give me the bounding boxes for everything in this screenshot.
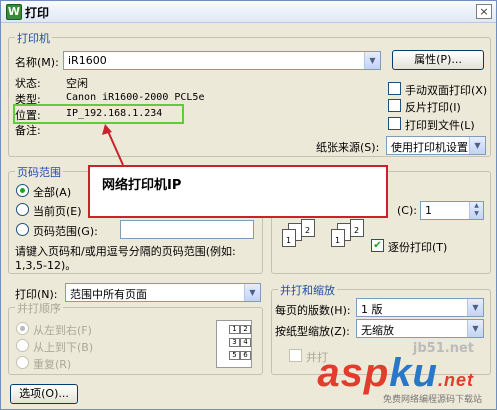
app-icon: W (6, 4, 22, 20)
options-button[interactable]: 选项(O)... (10, 384, 78, 404)
order-cell: 5 (229, 351, 240, 360)
range-hint-example: 1,3,5-12)。 (15, 259, 77, 272)
properties-button[interactable]: 属性(P)... (392, 50, 484, 70)
range-current-radio[interactable] (16, 203, 29, 216)
order-preview: 1 2 3 4 5 6 (216, 320, 252, 368)
print-what-value: 范围中所有页面 (70, 288, 147, 301)
watermark-logo: aspku.net (317, 351, 474, 396)
status-label: 状态: (15, 77, 41, 90)
copies-count-value: 1 (425, 204, 432, 217)
annotation-callout: 网络打印机IP (88, 165, 388, 218)
printer-name-value: iR1600 (68, 54, 107, 67)
range-current-label: 当前页(E) (33, 205, 82, 218)
status-value: 空闲 (66, 77, 88, 90)
page-icon: 1 (331, 229, 345, 247)
chevron-down-icon: ▼ (469, 137, 485, 154)
copies-count-label: (C): (397, 204, 417, 217)
order-repeat-radio[interactable] (16, 356, 29, 369)
collate-checkbox[interactable]: ✔ (371, 239, 384, 252)
order-top-bottom-radio[interactable] (16, 339, 29, 352)
chevron-down-icon: ▼ (364, 52, 380, 69)
pages-per-sheet-select[interactable]: 1 版 ▼ (356, 298, 484, 317)
range-pages-radio[interactable] (16, 223, 29, 236)
title-bar[interactable]: W 打印 × (1, 1, 496, 23)
window-title: 打印 (25, 6, 50, 20)
page-icon: 2 (350, 219, 364, 237)
scale-select[interactable]: 无缩放 ▼ (356, 319, 484, 338)
order-cell: 1 (229, 325, 240, 334)
print-dialog: W 打印 × 打印机 名称(M): iR1600 ▼ 属性(P)... 状态: … (0, 0, 497, 410)
scale-value: 无缩放 (361, 324, 394, 337)
page-number: 2 (354, 226, 360, 235)
printer-name-label: 名称(M): (15, 56, 59, 69)
collate-label: 逐份打印(T) (388, 241, 448, 254)
print-to-file-checkbox[interactable] (388, 117, 401, 130)
print-to-file-label: 打印到文件(L) (405, 119, 475, 132)
spin-arrows-icon[interactable]: ▲ ▼ (469, 202, 483, 219)
location-highlight (13, 104, 184, 124)
print-what-select[interactable]: 范围中所有页面 ▼ (65, 283, 261, 302)
order-cell: 4 (240, 338, 251, 347)
page-icon: 2 (301, 219, 315, 237)
zoom-group-label: 并打和缩放 (278, 282, 337, 298)
order-cell: 3 (229, 338, 240, 347)
copies-count-input[interactable]: 1 ▲ ▼ (420, 201, 484, 220)
reverse-print-label: 反片打印(I) (405, 101, 461, 114)
manual-duplex-label: 手动双面打印(X) (405, 84, 488, 97)
page-icon: 1 (282, 229, 296, 247)
page-range-input[interactable] (120, 220, 254, 239)
order-cell: 2 (240, 325, 251, 334)
order-top-bottom-label: 从上到下(B) (33, 341, 94, 354)
page-range-group-label: 页码范围 (15, 164, 63, 180)
paper-source-label: 纸张来源(S): (316, 141, 380, 154)
watermark-brand-red: asp (317, 351, 390, 395)
callout-text: 网络打印机IP (102, 178, 182, 193)
range-pages-label: 页码范围(G): (33, 225, 98, 238)
watermark-brand-tld: .net (437, 370, 474, 390)
pages-per-sheet-value: 1 版 (361, 303, 383, 316)
chevron-down-icon: ▼ (467, 299, 483, 316)
comment-label: 备注: (15, 124, 41, 137)
manual-duplex-checkbox[interactable] (388, 82, 401, 95)
printer-group-label: 打印机 (15, 30, 52, 46)
merge-checkbox[interactable] (289, 349, 302, 362)
close-button[interactable]: × (476, 4, 492, 19)
order-left-right-label: 从左到右(F) (33, 324, 92, 337)
range-all-label: 全部(A) (33, 186, 72, 199)
page-number: 2 (305, 226, 311, 235)
chevron-down-icon: ▼ (467, 320, 483, 337)
type-value: Canon iR1600-2000 PCL5e (66, 92, 205, 103)
scale-label: 按纸型缩放(Z): (275, 325, 350, 338)
page-number: 1 (286, 236, 292, 245)
pages-per-sheet-label: 每页的版数(H): (275, 304, 351, 317)
watermark-brand-blue: ku (389, 351, 438, 395)
paper-source-value: 使用打印机设置 (391, 141, 468, 154)
print-order-group-label: 并打顺序 (15, 300, 63, 316)
order-cell: 6 (240, 351, 251, 360)
page-number: 1 (335, 236, 341, 245)
chevron-down-icon: ▼ (244, 284, 260, 301)
paper-source-select[interactable]: 使用打印机设置 ▼ (386, 136, 486, 155)
range-all-radio[interactable] (16, 184, 29, 197)
close-icon: × (479, 5, 489, 18)
reverse-print-checkbox[interactable] (388, 99, 401, 112)
order-repeat-label: 重复(R) (33, 358, 72, 371)
watermark-tagline: 免费网络编程源码下载站 (382, 395, 482, 405)
order-left-right-radio[interactable] (16, 322, 29, 335)
printer-name-select[interactable]: iR1600 ▼ (63, 51, 381, 70)
